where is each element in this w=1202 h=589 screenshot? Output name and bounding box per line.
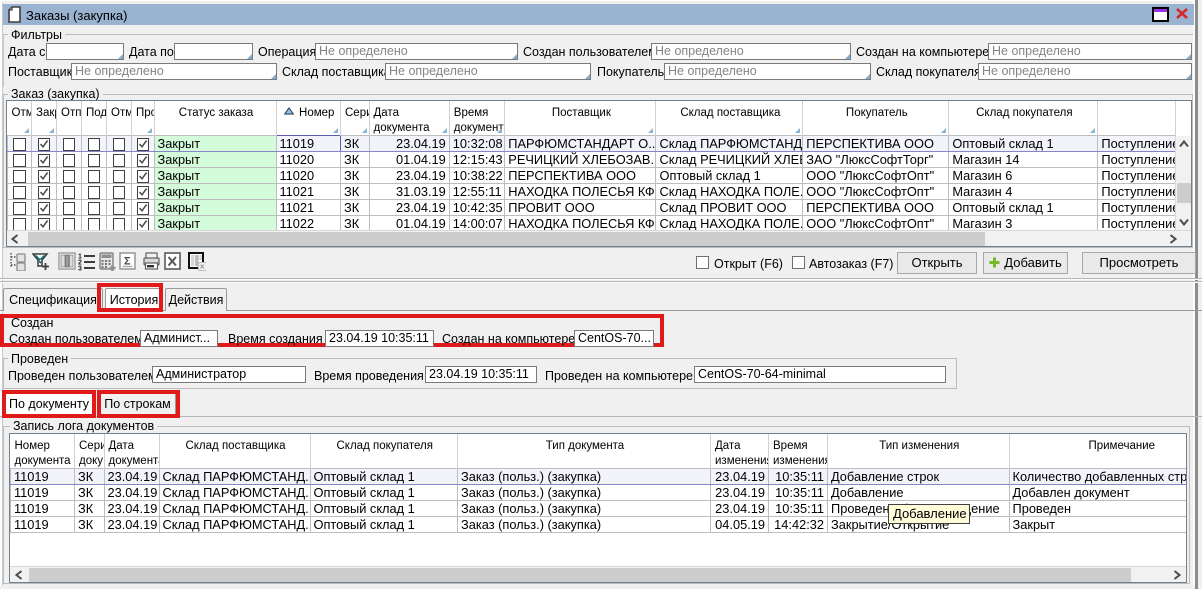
svg-text:Σ: Σ [124,256,131,268]
svg-text:3: 3 [78,266,82,272]
